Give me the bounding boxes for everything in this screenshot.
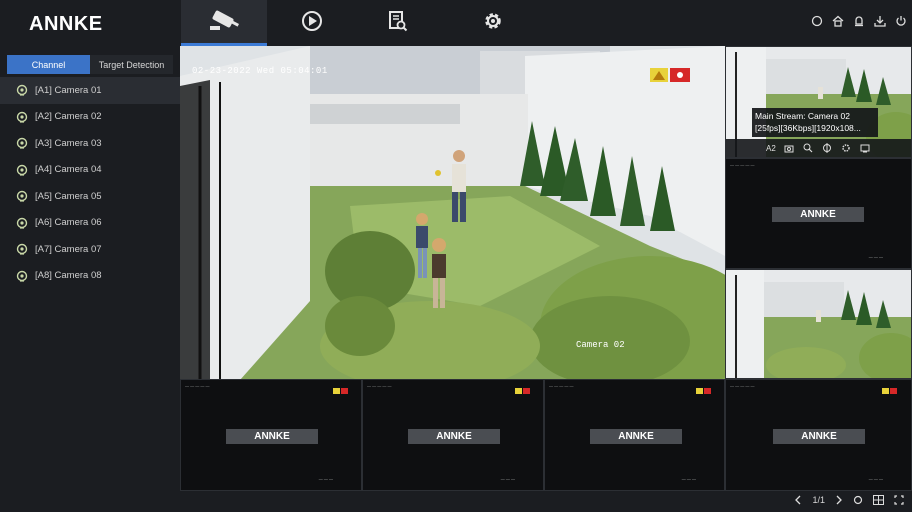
pager: 1/1 (794, 495, 904, 505)
record-alarm-icon (670, 68, 690, 87)
video-timestamp: 02-23-2022 Wed 05:04:01 (192, 66, 328, 76)
channel-camera-icon (16, 137, 28, 149)
settings-icon[interactable] (841, 143, 852, 154)
tab-target-detection[interactable]: Target Detection (90, 55, 173, 74)
channel-item[interactable]: [A1] Camera 01 (0, 77, 180, 104)
camera-feed-image (180, 46, 725, 380)
channel-label: [A5] Camera 05 (35, 190, 102, 202)
camera-cell-empty[interactable]: — — — — — ANNKE — — — (362, 379, 544, 491)
home-icon[interactable] (831, 14, 845, 28)
tab-channel[interactable]: Channel (7, 55, 90, 74)
channel-camera-icon (16, 243, 28, 255)
tab-settings[interactable] (450, 0, 536, 46)
channel-camera-icon (16, 217, 28, 229)
channel-item[interactable]: [A2] Camera 02 (0, 104, 180, 131)
channel-panel: Channel Target Detection [A1] Camera 01 … (0, 46, 180, 512)
bottom-bar: 1/1 (180, 491, 912, 512)
channel-id: A2 (766, 143, 776, 153)
channel-camera-icon (16, 270, 28, 282)
channel-label: [A2] Camera 02 (35, 111, 102, 123)
tab-playback[interactable] (269, 0, 355, 46)
channel-item[interactable]: [A5] Camera 05 (0, 183, 180, 210)
channel-label: [A1] Camera 01 (35, 84, 102, 96)
main-video-view[interactable]: 02-23-2022 Wed 05:04:01 Camera 02 (180, 46, 725, 380)
refresh-icon[interactable] (853, 495, 863, 505)
file-search-icon (388, 10, 408, 37)
fullscreen-icon[interactable] (894, 495, 904, 505)
annke-placeholder-logo: ANNKE (226, 429, 318, 444)
channel-label: [A7] Camera 07 (35, 243, 102, 255)
cell-osd-text: — — — — — (367, 383, 392, 388)
stream-info-tooltip: Main Stream: Camera 02 [25fps][36Kbps][1… (752, 108, 878, 137)
cell-osd-text: — — — — — (549, 383, 574, 388)
camera-name-overlay: Camera 02 (576, 340, 625, 350)
annke-placeholder-logo: ANNKE (772, 207, 864, 222)
channel-label: [A4] Camera 04 (35, 164, 102, 176)
top-right-toolbar (810, 14, 908, 28)
cell-osd-text: — — — — — (730, 383, 755, 388)
annke-logo: ANNKE (29, 13, 103, 35)
camera-cell-empty[interactable]: — — — — — ANNKE — — — (725, 158, 912, 269)
channel-item[interactable]: [A4] Camera 04 (0, 157, 180, 184)
channel-camera-icon (16, 190, 28, 202)
camera-icon (207, 8, 241, 39)
alarm-status-icons (650, 68, 690, 87)
next-page-icon[interactable] (835, 495, 843, 505)
cell-camera-name: — — — (500, 476, 515, 481)
stream-icon[interactable] (860, 143, 871, 154)
tooltip-details: [25fps][36Kbps][1920x108... (755, 123, 861, 133)
playback-icon (301, 10, 323, 37)
page-indicator: 1/1 (812, 495, 825, 505)
refresh-icon[interactable] (810, 14, 824, 28)
channel-label: [A3] Camera 03 (35, 137, 102, 149)
channel-label: [A6] Camera 06 (35, 217, 102, 229)
channel-list: [A1] Camera 01 [A2] Camera 02 [A3] Camer… (0, 77, 180, 289)
channel-item[interactable]: [A6] Camera 06 (0, 210, 180, 237)
cell-alarm-icons (696, 388, 712, 394)
channel-label: [A8] Camera 08 (35, 270, 102, 282)
top-bar: ANNKE (0, 0, 912, 46)
camera-thumbnail-image (726, 270, 911, 378)
cell-camera-name: — — — (868, 476, 883, 481)
channel-camera-icon (16, 111, 28, 123)
cell-camera-name: — — — (868, 254, 883, 259)
ptz-icon[interactable] (822, 143, 833, 154)
zoom-icon[interactable] (803, 143, 814, 154)
motion-alarm-icon (650, 68, 668, 87)
power-icon[interactable] (894, 14, 908, 28)
channel-camera-icon (16, 164, 28, 176)
cell-osd-text: — — — — — (730, 162, 755, 167)
tab-live-view[interactable] (181, 0, 267, 46)
channel-item[interactable]: [A7] Camera 07 (0, 236, 180, 263)
cell-camera-name: — — — (318, 476, 333, 481)
channel-item[interactable]: [A3] Camera 03 (0, 130, 180, 157)
camera-cell-empty[interactable]: — — — — — ANNKE — — — (180, 379, 362, 491)
panel-tabs: Channel Target Detection (7, 55, 173, 74)
snapshot-icon[interactable] (784, 143, 795, 154)
camera-cell[interactable] (725, 269, 912, 379)
annke-placeholder-logo: ANNKE (773, 429, 865, 444)
alarm-icon[interactable] (852, 14, 866, 28)
annke-placeholder-logo: ANNKE (408, 429, 500, 444)
cell-alarm-icons (515, 388, 531, 394)
cell-toolbar: A2 (726, 139, 911, 157)
download-icon[interactable] (873, 14, 887, 28)
camera-cell-empty[interactable]: — — — — — ANNKE — — — (725, 379, 912, 491)
gear-icon (482, 10, 504, 37)
nvr-app: ANNKE Channel Target Detection [A1] Came… (0, 0, 912, 512)
camera-cell-empty[interactable]: — — — — — ANNKE — — — (544, 379, 725, 491)
annke-placeholder-logo: ANNKE (590, 429, 682, 444)
tooltip-stream: Main Stream: Camera 02 (755, 111, 850, 121)
cell-alarm-icons (333, 388, 349, 394)
layout-icon[interactable] (873, 495, 884, 505)
channel-item[interactable]: [A8] Camera 08 (0, 263, 180, 290)
channel-camera-icon (16, 84, 28, 96)
cell-camera-name: — — — (681, 476, 696, 481)
cell-osd-text: — — — — — (185, 383, 210, 388)
tab-search[interactable] (355, 0, 441, 46)
prev-page-icon[interactable] (794, 495, 802, 505)
cell-alarm-icons (882, 388, 898, 394)
